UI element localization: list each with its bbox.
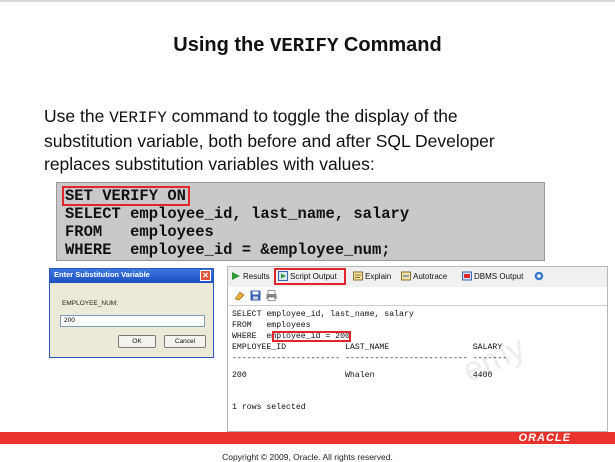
run-icon bbox=[232, 272, 240, 280]
tab-results-label: Results bbox=[243, 272, 270, 281]
tab-explain-label: Explain bbox=[365, 272, 392, 281]
body-line-1-code: VERIFY bbox=[109, 109, 167, 127]
body-line-1: Use the VERIFY command to toggle the dis… bbox=[44, 105, 604, 130]
code-line: FROM employees bbox=[65, 223, 214, 241]
tab-dbms-output[interactable]: DBMS Output bbox=[461, 270, 523, 284]
output-line: FROM employees bbox=[232, 321, 311, 330]
cancel-button[interactable]: Cancel bbox=[164, 335, 206, 348]
substitution-dialog: Enter Substitution Variable ✕ EMPLOYEE_N… bbox=[49, 268, 214, 358]
tab-explain[interactable]: Explain bbox=[352, 270, 391, 284]
slide: Using the VERIFY Command Use the VERIFY … bbox=[0, 0, 615, 462]
slide-title: Using the VERIFY Command bbox=[0, 34, 615, 57]
variable-input[interactable]: 200 bbox=[60, 315, 205, 327]
tab-autotrace[interactable]: Autotrace bbox=[400, 270, 447, 284]
script-output-highlight bbox=[274, 268, 346, 285]
explain-icon bbox=[353, 271, 363, 281]
copyright-text: Copyright © 2009, Oracle. All rights res… bbox=[222, 452, 393, 462]
body-line-3: replaces substitution variables with val… bbox=[44, 154, 375, 174]
sql-developer-panel: Results Script Output Explain Autotrace … bbox=[227, 266, 608, 432]
variable-label: EMPLOYEE_NUM: bbox=[62, 300, 118, 307]
tab-autotrace-label: Autotrace bbox=[413, 272, 448, 281]
output-toolbar bbox=[228, 287, 607, 304]
code-line: SET VERIFY ON bbox=[65, 187, 186, 205]
ok-button[interactable]: OK bbox=[118, 335, 156, 348]
body-line-1-suffix: command to toggle the display of the bbox=[166, 106, 458, 126]
tab-more[interactable] bbox=[533, 270, 546, 284]
body-line-1-prefix: Use the bbox=[44, 106, 110, 126]
title-prefix: Using the bbox=[173, 34, 270, 56]
where-clause-highlight bbox=[272, 331, 351, 342]
body-paragraph: Use the VERIFY command to toggle the dis… bbox=[44, 105, 604, 176]
oracle-logo: ORACLE bbox=[518, 432, 571, 444]
autotrace-icon bbox=[401, 271, 411, 281]
code-block: SET VERIFY ON SELECT employee_id, last_n… bbox=[56, 182, 545, 261]
title-suffix: Command bbox=[338, 34, 442, 56]
eraser-icon[interactable] bbox=[234, 290, 245, 301]
output-line: SELECT employee_id, last_name, salary bbox=[232, 310, 414, 319]
top-divider bbox=[0, 0, 615, 2]
code-line: WHERE employee_id = &employee_num; bbox=[65, 241, 391, 259]
dbms-icon bbox=[462, 271, 472, 281]
tab-results[interactable]: Results bbox=[230, 270, 270, 284]
print-icon[interactable] bbox=[266, 290, 277, 301]
tab-dbms-output-label: DBMS Output bbox=[474, 272, 524, 281]
dialog-title: Enter Substitution Variable bbox=[54, 270, 150, 279]
rows-selected-text: 1 rows selected bbox=[232, 403, 306, 412]
script-output-area: SELECT employee_id, last_name, salary FR… bbox=[228, 305, 607, 431]
body-line-2: substitution variable, both before and a… bbox=[44, 131, 495, 151]
output-tabs: Results Script Output Explain Autotrace … bbox=[228, 267, 607, 288]
title-code: VERIFY bbox=[269, 35, 339, 57]
close-icon[interactable]: ✕ bbox=[200, 270, 211, 281]
dialog-title-bar: Enter Substitution Variable ✕ bbox=[50, 269, 213, 283]
output-header: EMPLOYEE_ID LAST_NAME SALARY bbox=[232, 343, 503, 352]
code-line: SELECT employee_id, last_name, salary bbox=[65, 205, 410, 223]
save-icon[interactable] bbox=[250, 290, 261, 301]
output-row: 200 Whalen 4400 bbox=[232, 371, 493, 380]
connection-icon bbox=[534, 271, 544, 281]
